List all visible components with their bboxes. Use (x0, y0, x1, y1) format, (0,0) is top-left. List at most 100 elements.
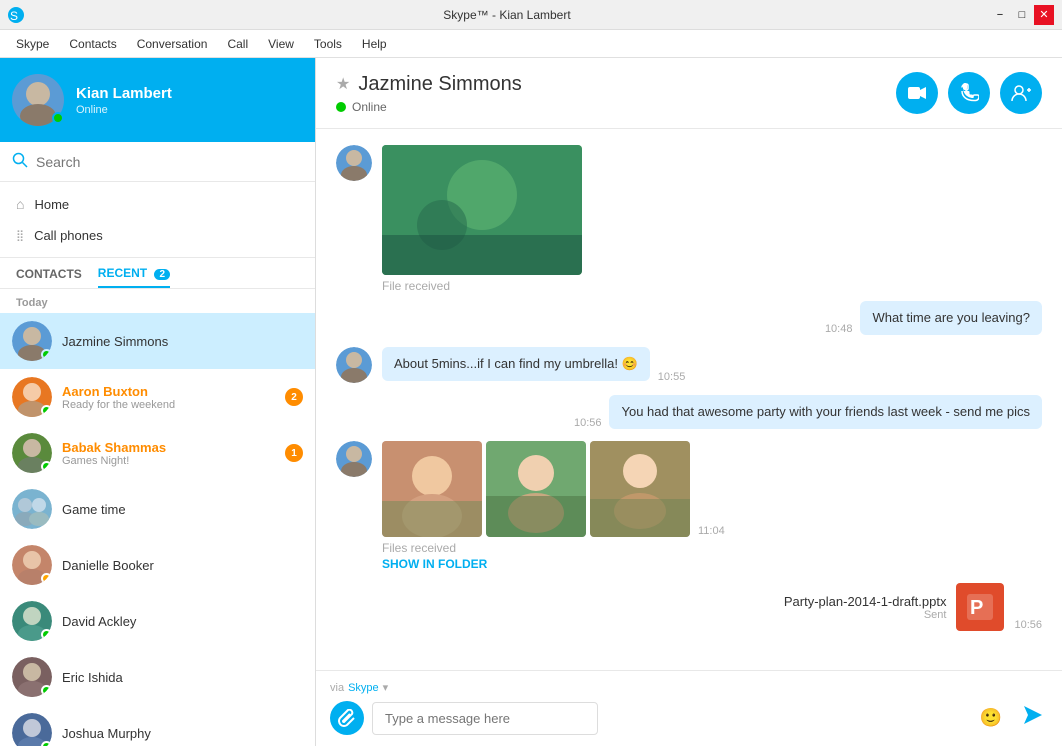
nav-item-home[interactable]: ⌂ Home (0, 188, 315, 220)
search-input[interactable] (36, 154, 303, 170)
contact-name: Eric Ishida (62, 670, 303, 685)
contact-name: Babak Shammas (62, 440, 275, 455)
list-item[interactable]: Danielle Booker (0, 537, 315, 593)
chat-area: ★ Jazmine Simmons Online (316, 58, 1062, 746)
list-item[interactable]: David Ackley (0, 593, 315, 649)
contact-name: Game time (62, 502, 303, 517)
contact-info: Aaron Buxton Ready for the weekend (62, 384, 275, 411)
contact-info: Danielle Booker (62, 558, 303, 573)
profile-status-dot (52, 112, 64, 124)
menubar-item-conversation[interactable]: Conversation (129, 33, 216, 55)
powerpoint-icon: P (956, 583, 1004, 631)
message-bubble: About 5mins...if I can find my umbrella!… (382, 347, 650, 381)
message-input[interactable] (372, 702, 598, 735)
chat-header-left: ★ Jazmine Simmons Online (336, 73, 522, 114)
video-call-button[interactable] (896, 72, 938, 114)
profile-info: Kian Lambert Online (76, 85, 172, 116)
via-skype-link[interactable]: Skype (348, 682, 379, 694)
msg-time: 10:48 (825, 323, 853, 335)
nav-item-call-phones-label: Call phones (34, 228, 103, 243)
show-in-folder-link[interactable]: SHOW IN FOLDER (382, 557, 1042, 571)
photo-thumb (486, 441, 586, 537)
profile-status: Online (76, 104, 172, 116)
search-bar[interactable] (0, 142, 315, 182)
chat-header: ★ Jazmine Simmons Online (316, 58, 1062, 129)
contact-avatar (12, 321, 52, 361)
photo-thumb (590, 441, 690, 537)
msg-avatar (336, 441, 372, 477)
contact-name: Danielle Booker (62, 558, 303, 573)
list-item[interactable]: Babak Shammas Games Night! 1 (0, 425, 315, 481)
input-row: 🙂 (330, 700, 1048, 736)
minimize-button[interactable]: − (990, 5, 1010, 25)
window-controls: − □ ✕ (990, 5, 1054, 25)
contact-info: Eric Ishida (62, 670, 303, 685)
maximize-button[interactable]: □ (1012, 5, 1032, 25)
menubar: SkypeContactsConversationCallViewToolsHe… (0, 30, 1062, 58)
list-item[interactable]: Aaron Buxton Ready for the weekend 2 (0, 369, 315, 425)
contact-info: David Ackley (62, 614, 303, 629)
audio-call-button[interactable] (948, 72, 990, 114)
message-row: 10:56 You had that awesome party with yo… (336, 395, 1042, 429)
tab-recent[interactable]: RECENT 2 (98, 266, 170, 288)
sidebar: Kian Lambert Online ⌂ Home ⣿ Call phones (0, 58, 316, 746)
message-content (382, 441, 690, 537)
contact-avatar (12, 489, 52, 529)
chat-status-text: Online (352, 100, 387, 114)
sent-file-info: Party-plan-2014-1-draft.pptx Sent (784, 594, 947, 621)
contact-avatar (12, 657, 52, 697)
menubar-item-view[interactable]: View (260, 33, 302, 55)
list-item[interactable]: Game time (0, 481, 315, 537)
svg-text:S: S (10, 9, 18, 21)
message-bubble: What time are you leaving? (860, 301, 1042, 335)
sent-file-row: Party-plan-2014-1-draft.pptx Sent P 10:5… (336, 583, 1042, 631)
chat-input-area: via Skype ▾ 🙂 (316, 670, 1062, 746)
message-row: 10:48 What time are you leaving? (336, 301, 1042, 335)
send-button[interactable] (1018, 700, 1048, 736)
message-bubble: You had that awesome party with your fri… (609, 395, 1042, 429)
contact-list: Today Jazmine Simmons (0, 289, 315, 746)
contact-sub: Games Night! (62, 455, 275, 467)
menubar-item-skype[interactable]: Skype (8, 33, 57, 55)
section-label: Today (0, 289, 315, 313)
contact-avatar (12, 545, 52, 585)
call-phones-icon: ⣿ (16, 229, 24, 242)
menubar-item-tools[interactable]: Tools (306, 33, 350, 55)
contact-avatar (12, 433, 52, 473)
chat-contact-name-row: ★ Jazmine Simmons (336, 73, 522, 96)
contact-avatar (12, 713, 52, 746)
message-row: About 5mins...if I can find my umbrella!… (336, 347, 1042, 383)
star-icon[interactable]: ★ (336, 74, 350, 94)
profile-name: Kian Lambert (76, 85, 172, 102)
list-item[interactable]: Eric Ishida (0, 649, 315, 705)
add-contact-button[interactable] (1000, 72, 1042, 114)
tab-contacts[interactable]: CONTACTS (16, 267, 82, 287)
sent-file-status: Sent (784, 609, 947, 621)
app-container: Kian Lambert Online ⌂ Home ⣿ Call phones (0, 58, 1062, 746)
message-content: File received (382, 145, 582, 293)
menubar-item-help[interactable]: Help (354, 33, 395, 55)
menubar-item-call[interactable]: Call (219, 33, 256, 55)
contact-name: Joshua Murphy (62, 726, 303, 741)
contact-info: Game time (62, 502, 303, 517)
chat-status-dot (336, 102, 346, 112)
chat-contact-name: Jazmine Simmons (358, 73, 521, 96)
list-item[interactable]: Joshua Murphy (0, 705, 315, 746)
nav-item-call-phones[interactable]: ⣿ Call phones (0, 220, 315, 251)
emoji-button[interactable]: 🙂 (980, 708, 1002, 729)
titlebar-title: Skype™ - Kian Lambert (24, 8, 990, 22)
menubar-item-contacts[interactable]: Contacts (61, 33, 124, 55)
files-received-label: Files received (382, 541, 1042, 555)
close-button[interactable]: ✕ (1034, 5, 1054, 25)
contact-avatar (12, 601, 52, 641)
via-dropdown-icon[interactable]: ▾ (383, 681, 389, 694)
chat-actions (896, 72, 1042, 114)
contact-info: Joshua Murphy (62, 726, 303, 741)
recent-badge: 2 (154, 269, 170, 280)
list-item[interactable]: Jazmine Simmons (0, 313, 315, 369)
attach-button[interactable] (330, 701, 364, 735)
titlebar: S Skype™ - Kian Lambert − □ ✕ (0, 0, 1062, 30)
contact-info: Jazmine Simmons (62, 334, 303, 349)
contact-avatar (12, 377, 52, 417)
input-wrapper: 🙂 (372, 702, 1010, 735)
